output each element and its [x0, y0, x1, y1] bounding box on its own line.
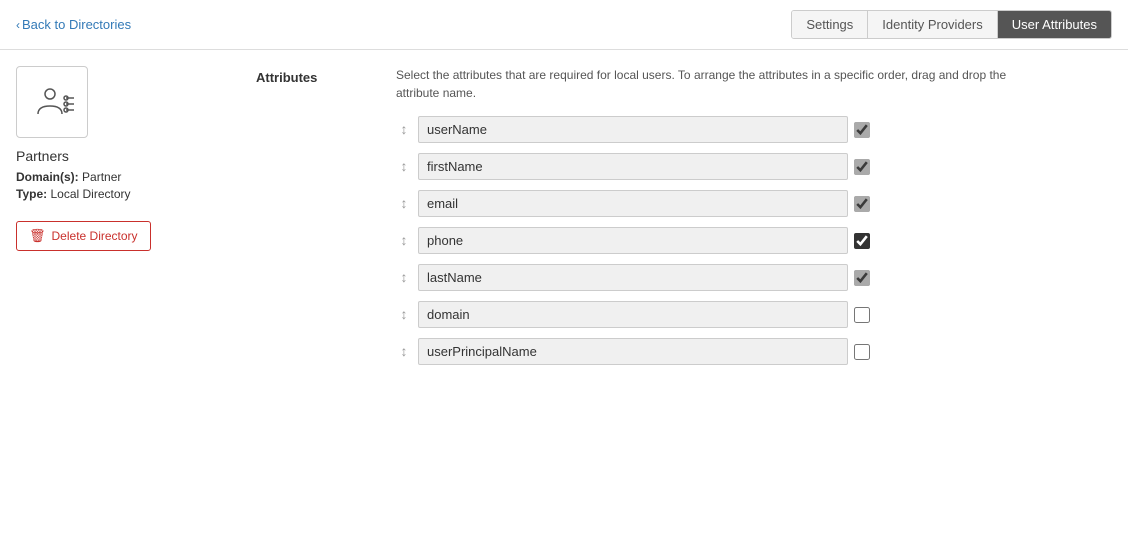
description-text: Select the attributes that are required … — [396, 66, 1016, 102]
back-link-label: Back to Directories — [22, 17, 131, 32]
attribute-input — [418, 264, 848, 291]
domain-meta: Domain(s): Partner — [16, 170, 216, 184]
back-chevron-icon: ‹ — [16, 18, 20, 32]
attribute-checkbox[interactable] — [854, 307, 870, 323]
attribute-checkbox[interactable] — [854, 270, 870, 286]
directory-icon — [16, 66, 88, 138]
sidebar: Partners Domain(s): Partner Type: Local … — [16, 66, 216, 375]
attribute-checkbox[interactable] — [854, 159, 870, 175]
attribute-row: ↕ — [396, 301, 1112, 328]
attributes-section: Select the attributes that are required … — [396, 66, 1112, 375]
attribute-row: ↕ — [396, 264, 1112, 291]
drag-handle-icon[interactable]: ↕ — [396, 236, 412, 246]
attribute-row: ↕ — [396, 190, 1112, 217]
attribute-input — [418, 227, 848, 254]
type-value: Local Directory — [50, 187, 130, 201]
attribute-checkbox[interactable] — [854, 196, 870, 212]
delete-label: Delete Directory — [52, 229, 138, 243]
content-area: Attributes Select the attributes that ar… — [216, 66, 1112, 375]
directory-name: Partners — [16, 148, 216, 164]
attribute-row: ↕ — [396, 153, 1112, 180]
main-layout: Partners Domain(s): Partner Type: Local … — [0, 50, 1128, 391]
attribute-checkbox[interactable] — [854, 233, 870, 249]
drag-handle-icon[interactable]: ↕ — [396, 273, 412, 283]
type-meta: Type: Local Directory — [16, 187, 216, 201]
drag-handle-icon[interactable]: ↕ — [396, 310, 412, 320]
trash-icon: 🗑 — [29, 228, 46, 244]
type-label: Type: — [16, 187, 47, 201]
attribute-list: ↕ ↕ ↕ ↕ ↕ ↕ ↕ — [396, 116, 1112, 365]
drag-handle-icon[interactable]: ↕ — [396, 347, 412, 357]
attribute-input — [418, 301, 848, 328]
tab-user-attributes[interactable]: User Attributes — [998, 11, 1111, 38]
drag-handle-icon[interactable]: ↕ — [396, 162, 412, 172]
delete-directory-button[interactable]: 🗑 Delete Directory — [16, 221, 151, 251]
header: ‹ Back to Directories Settings Identity … — [0, 0, 1128, 50]
tab-group: Settings Identity Providers User Attribu… — [791, 10, 1112, 39]
domain-value: Partner — [82, 170, 121, 184]
attribute-input — [418, 190, 848, 217]
back-link[interactable]: ‹ Back to Directories — [16, 17, 131, 32]
drag-handle-icon[interactable]: ↕ — [396, 125, 412, 135]
attribute-row: ↕ — [396, 338, 1112, 365]
content-inner: Attributes Select the attributes that ar… — [256, 66, 1112, 375]
domain-label: Domain(s): — [16, 170, 79, 184]
attribute-row: ↕ — [396, 116, 1112, 143]
attribute-checkbox[interactable] — [854, 344, 870, 360]
attribute-row: ↕ — [396, 227, 1112, 254]
section-label: Attributes — [256, 66, 356, 375]
attribute-input — [418, 338, 848, 365]
tab-settings[interactable]: Settings — [792, 11, 868, 38]
tab-identity-providers[interactable]: Identity Providers — [868, 11, 997, 38]
attribute-input — [418, 116, 848, 143]
attribute-input — [418, 153, 848, 180]
attribute-checkbox[interactable] — [854, 122, 870, 138]
drag-handle-icon[interactable]: ↕ — [396, 199, 412, 209]
